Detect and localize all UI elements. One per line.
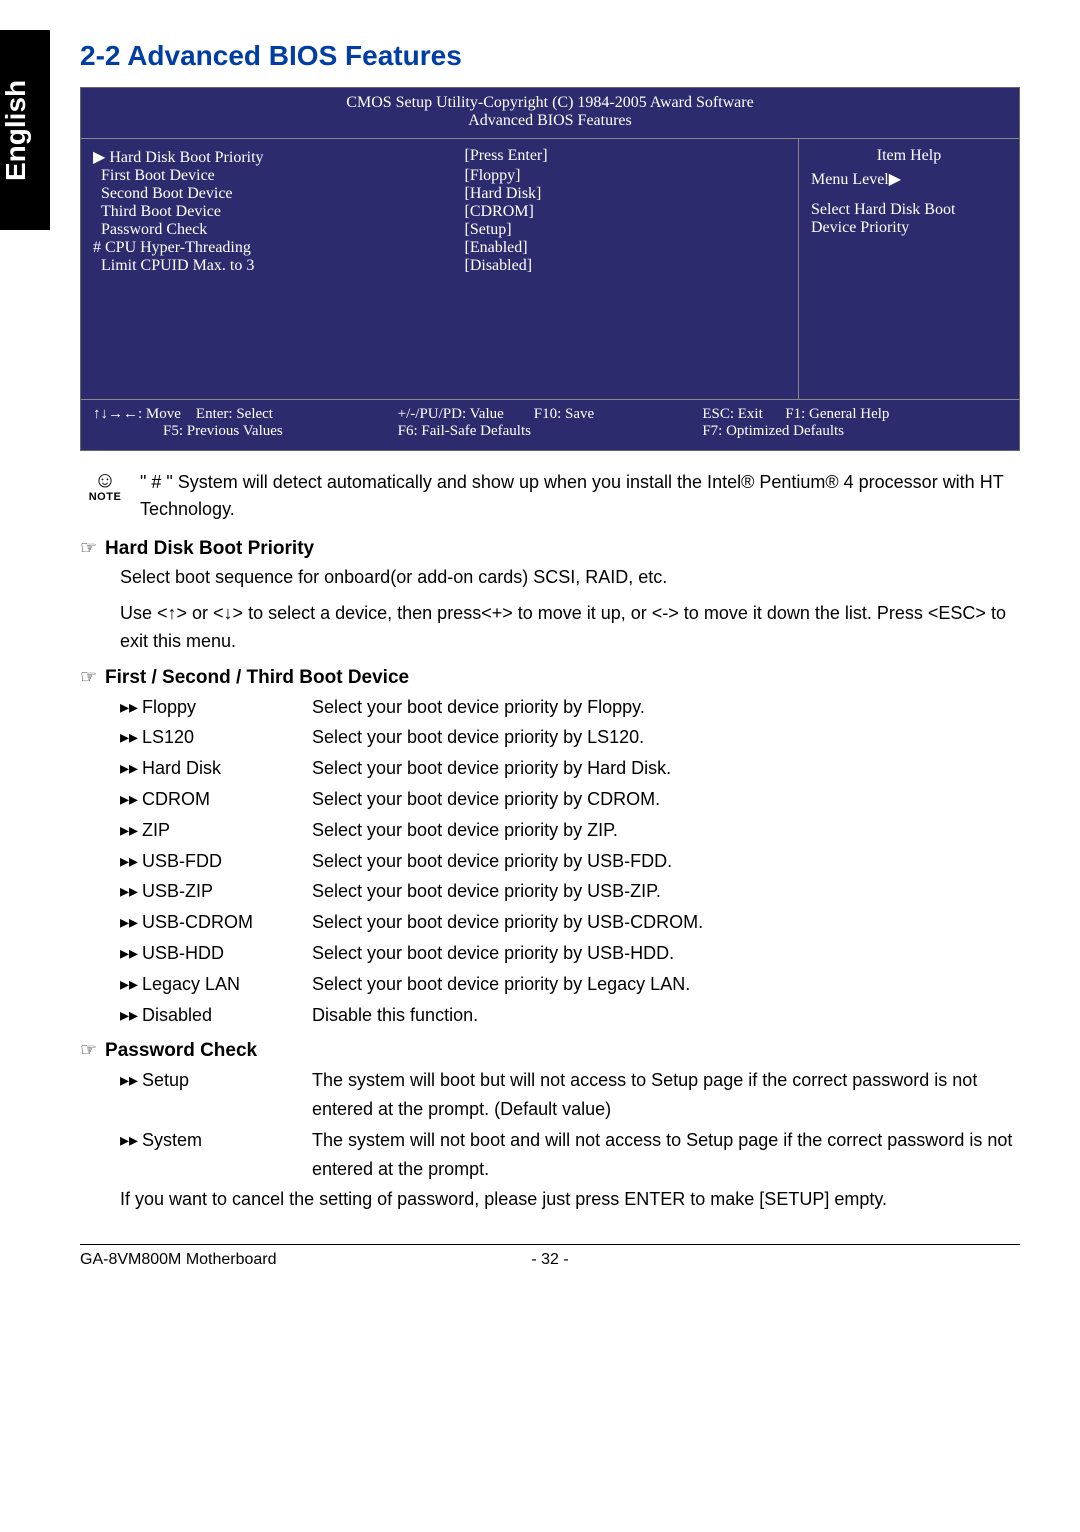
- footer-page-number: - 32 -: [393, 1251, 706, 1269]
- bios-box: CMOS Setup Utility-Copyright (C) 1984-20…: [80, 87, 1020, 451]
- bios-items: ▶ Hard Disk Boot Priority[Press Enter] F…: [81, 139, 799, 399]
- option-row: ▸▸LS120Select your boot device priority …: [80, 723, 1020, 752]
- bios-item: ▶ Hard Disk Boot Priority[Press Enter]: [93, 147, 786, 167]
- bios-item: Password Check[Setup]: [93, 221, 786, 239]
- help-line: Device Priority: [811, 219, 1007, 237]
- option-row: ▸▸Legacy LANSelect your boot device prio…: [80, 970, 1020, 999]
- option-row: ▸▸FloppySelect your boot device priority…: [80, 693, 1020, 722]
- option-row: ▸▸USB-FDDSelect your boot device priorit…: [80, 847, 1020, 876]
- bios-item: Third Boot Device[CDROM]: [93, 203, 786, 221]
- help-line: Select Hard Disk Boot: [811, 201, 1007, 219]
- hd-paragraph: Use <↑> or <↓> to select a device, then …: [80, 600, 1020, 656]
- arrow-icon: ▸▸: [120, 785, 142, 814]
- hd-paragraph: Select boot sequence for onboard(or add-…: [80, 564, 1020, 592]
- option-row: ▸▸USB-CDROMSelect your boot device prior…: [80, 908, 1020, 937]
- arrow-icon: ▸▸: [120, 693, 142, 722]
- language-tab: English: [0, 30, 50, 230]
- bios-help: Item Help Menu Level▶ Select Hard Disk B…: [799, 139, 1019, 399]
- arrow-icon: ▸▸: [120, 908, 142, 937]
- arrow-icon: ▸▸: [120, 816, 142, 845]
- pw-cancel: If you want to cancel the setting of pas…: [80, 1186, 1020, 1214]
- bios-header-line2: Advanced BIOS Features: [81, 112, 1019, 130]
- hand-icon: ☞: [80, 1039, 97, 1062]
- arrow-icon: ▸▸: [120, 754, 142, 783]
- arrow-icon: ▸▸: [120, 723, 142, 752]
- option-row: ▸▸DisabledDisable this function.: [80, 1001, 1020, 1030]
- note-text: " # " System will detect automatically a…: [140, 469, 1020, 523]
- option-row: ▸▸SystemThe system will not boot and wil…: [80, 1126, 1020, 1184]
- bios-item: First Boot Device[Floppy]: [93, 167, 786, 185]
- bios-item: Limit CPUID Max. to 3[Disabled]: [93, 257, 786, 275]
- help-title: Item Help: [811, 147, 1007, 165]
- option-row: ▸▸SetupThe system will boot but will not…: [80, 1066, 1020, 1124]
- subhead-hdboot: ☞Hard Disk Boot Priority: [80, 537, 1020, 560]
- bios-item: # CPU Hyper-Threading[Enabled]: [93, 239, 786, 257]
- bios-header-line1: CMOS Setup Utility-Copyright (C) 1984-20…: [81, 94, 1019, 112]
- hand-icon: ☞: [80, 537, 97, 560]
- arrow-icon: ▸▸: [120, 1001, 142, 1030]
- option-row: ▸▸USB-HDDSelect your boot device priorit…: [80, 939, 1020, 968]
- bios-item: Second Boot Device[Hard Disk]: [93, 185, 786, 203]
- bios-header: CMOS Setup Utility-Copyright (C) 1984-20…: [81, 88, 1019, 139]
- bios-footer: ↑↓→←: Move Enter: Select F5: Previous Va…: [81, 399, 1019, 450]
- note-section: ☺ NOTE " # " System will detect automati…: [80, 469, 1020, 523]
- option-row: ▸▸CDROMSelect your boot device priority …: [80, 785, 1020, 814]
- option-row: ▸▸Hard DiskSelect your boot device prior…: [80, 754, 1020, 783]
- page-footer: GA-8VM800M Motherboard - 32 -: [80, 1244, 1020, 1269]
- subhead-password: ☞Password Check: [80, 1039, 1020, 1062]
- option-row: ▸▸ZIPSelect your boot device priority by…: [80, 816, 1020, 845]
- footer-left: GA-8VM800M Motherboard: [80, 1251, 393, 1269]
- help-menu-level: Menu Level▶: [811, 169, 1007, 189]
- section-title: 2-2 Advanced BIOS Features: [80, 40, 1020, 72]
- arrow-icon: ▸▸: [120, 1066, 142, 1124]
- option-row: ▸▸USB-ZIPSelect your boot device priorit…: [80, 877, 1020, 906]
- arrow-icon: ▸▸: [120, 1126, 142, 1184]
- arrow-icon: ▸▸: [120, 847, 142, 876]
- arrow-icon: ▸▸: [120, 939, 142, 968]
- note-icon: ☺ NOTE: [80, 469, 130, 503]
- hand-icon: ☞: [80, 666, 97, 689]
- arrow-icon: ▸▸: [120, 877, 142, 906]
- subhead-boot: ☞First / Second / Third Boot Device: [80, 666, 1020, 689]
- arrow-icon: ▸▸: [120, 970, 142, 999]
